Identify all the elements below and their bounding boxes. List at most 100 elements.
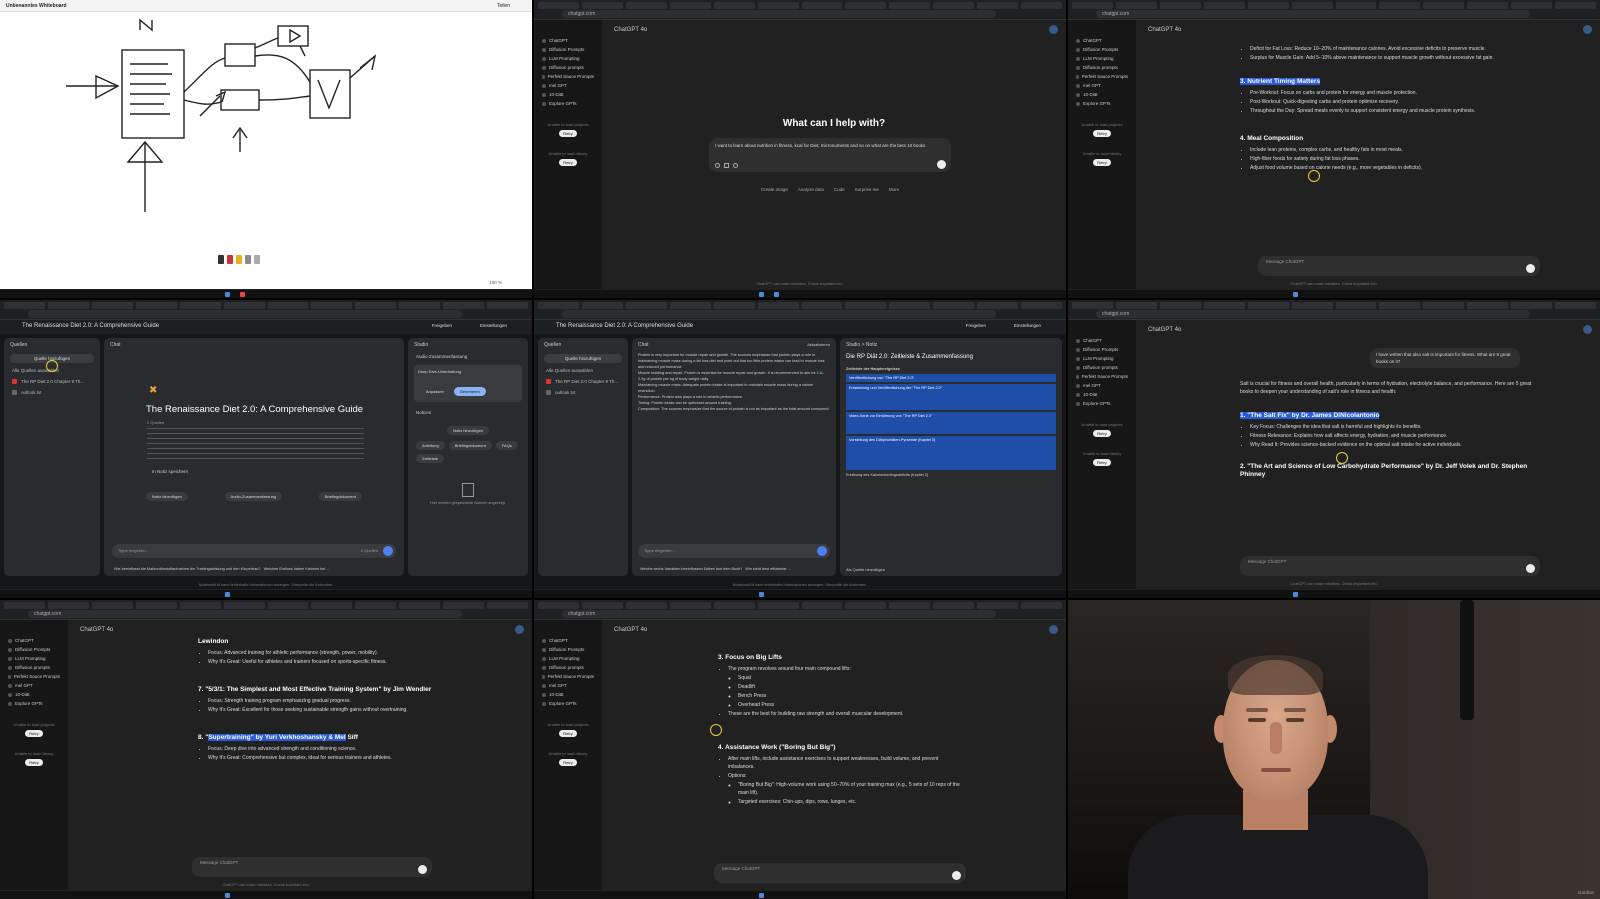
start-icon[interactable] [759,893,764,898]
sidebar-item[interactable]: Explore GPTs [0,699,68,708]
chat-input[interactable]: Tippe eingeben... 2 Quellen [112,544,396,558]
generate-button[interactable]: Generieren [453,387,486,396]
message-input[interactable]: Message ChatGPT [192,857,432,877]
retry-button[interactable]: Retry [1093,159,1111,166]
sidebar-item[interactable]: Diffusion Prompts [0,645,68,654]
address-bar[interactable]: chatgpt.com [1096,10,1530,18]
send-button[interactable] [383,546,393,556]
yellow-marker-icon[interactable] [236,255,242,264]
start-icon[interactable] [759,592,764,597]
retry-button[interactable]: Retry [559,759,577,766]
sidebar-item[interactable]: mel GPT [1068,81,1136,90]
sidebar-item[interactable]: Diffusion prompts [0,663,68,672]
sidebar-item[interactable]: 10-Diät [0,690,68,699]
retry-button[interactable]: Retry [559,730,577,737]
faq-button[interactable]: FAQs [495,441,518,450]
avatar[interactable] [1583,25,1592,34]
send-button[interactable] [817,546,827,556]
send-button[interactable] [1526,264,1535,273]
send-button[interactable] [952,871,961,880]
globe-icon[interactable] [733,163,738,168]
sidebar-item[interactable]: 10-Diät [534,690,602,699]
suggestion-chip[interactable]: Welchen Einfluss haben Kalorien bei ... [264,567,330,571]
add-source-button[interactable]: Quelle hinzufügen [544,354,622,363]
refresh-button[interactable]: Aktualisieren [807,342,830,347]
retry-button[interactable]: Retry [559,159,577,166]
retry-button[interactable]: Retry [25,759,43,766]
start-icon[interactable] [225,292,230,297]
retry-button[interactable]: Retry [559,130,577,137]
send-button[interactable] [937,160,946,169]
source-item[interactable]: outlook.txt [4,387,100,398]
share-button[interactable]: Freigeben [432,323,452,328]
sidebar-item[interactable]: LLM Prompting [534,654,602,663]
sidebar-item[interactable]: LLM Prompting [1068,354,1136,363]
send-button[interactable] [418,865,427,874]
retry-button[interactable]: Retry [1093,430,1111,437]
prompt-box[interactable]: I want to learn about nutrition in fitne… [709,138,951,172]
sidebar-item[interactable]: ChatGPT [1068,336,1136,345]
chip-surprise-me[interactable]: Surprise me [855,187,879,192]
briefing-button[interactable]: Briefingdokument [448,441,492,450]
sidebar-item[interactable]: Explore GPTs [534,699,602,708]
start-icon[interactable] [225,592,230,597]
sidebar-item[interactable]: LLM Prompting [534,54,602,63]
chip-more[interactable]: More [889,187,899,192]
address-bar[interactable]: chatgpt.com [28,610,462,618]
start-icon[interactable] [225,893,230,898]
app-icon[interactable] [774,292,779,297]
model-selector[interactable]: ChatGPT 4o [614,627,647,633]
avatar[interactable] [1049,25,1058,34]
start-icon[interactable] [759,292,764,297]
sidebar-item[interactable]: Perfekt Sauce Prompts [534,672,602,681]
sidebar-item[interactable]: Perfekt Sauce Prompts [0,672,68,681]
sidebar-item[interactable]: Perfekt Sauce Prompts [1068,372,1136,381]
source-item[interactable]: The RP Diet 2.0 Chapter 9 Th... [4,376,100,387]
save-note-button[interactable]: In Notiz speichern [152,469,188,474]
address-bar[interactable]: chatgpt.com [562,610,996,618]
sidebar-item[interactable]: 10-Diät [1068,90,1136,99]
suggestion-chip[interactable]: Welche sechs Variablen beeinflussen Diät… [640,567,742,571]
sidebar-item[interactable]: ChatGPT [534,36,602,45]
sidebar-item[interactable]: Perfekt Sauce Prompts [1068,72,1136,81]
timeline-button[interactable]: Zeitleiste [416,454,445,463]
avatar[interactable] [1049,625,1058,634]
sidebar-item[interactable]: Explore GPTs [534,99,602,108]
start-icon[interactable] [1293,292,1298,297]
sidebar-item[interactable]: Diffusion prompts [1068,63,1136,72]
sidebar-item[interactable]: 10-Diät [1068,390,1136,399]
address-bar[interactable]: chatgpt.com [1096,310,1530,318]
add-note-button[interactable]: Notiz hinzufügen [447,426,489,435]
sidebar-item[interactable]: ChatGPT [1068,36,1136,45]
sidebar-item[interactable]: Diffusion Prompts [1068,45,1136,54]
whiteboard-canvas[interactable]: Unbenanntes Whiteboard Teilen 100 % [0,0,532,289]
red-marker-icon[interactable] [227,255,233,264]
retry-button[interactable]: Retry [25,730,43,737]
sidebar-item[interactable]: Explore GPTs [1068,399,1136,408]
model-selector[interactable]: ChatGPT 4o [614,27,647,33]
sidebar-item[interactable]: LLM Prompting [0,654,68,663]
sidebar-item[interactable]: Diffusion Prompts [1068,345,1136,354]
chat-input[interactable]: Tippe eingeben... [638,544,830,558]
address-bar[interactable]: chatgpt.com [562,10,996,18]
model-selector[interactable]: ChatGPT 4o [1148,27,1181,33]
model-selector[interactable]: ChatGPT 4o [1148,327,1181,333]
source-item[interactable]: The RP Diet 2.0 Chapter 9 Th... [538,376,628,387]
prompt-text[interactable]: I want to learn about nutrition in fitne… [715,142,937,149]
customize-button[interactable]: Anpassen [420,387,450,396]
briefing-doc-button[interactable]: Briefingdokument [318,492,362,501]
suggestion-chip[interactable]: Wie beeinflusst die Makronährstoffaufnah… [114,567,260,571]
retry-button[interactable]: Retry [1093,459,1111,466]
address-bar[interactable] [562,310,996,318]
select-all-sources[interactable]: Alle Quellen auswählen [538,365,628,376]
tools-icon[interactable] [724,163,729,168]
app-icon[interactable] [240,292,245,297]
sidebar-item[interactable]: Diffusion prompts [534,63,602,72]
settings-button[interactable]: Einstellungen [480,323,507,328]
sidebar-item[interactable]: ChatGPT [0,636,68,645]
guide-button[interactable]: Anleitung [416,441,445,450]
add-as-source-button[interactable]: Als Quelle hinzufügen [846,567,885,572]
chip-code[interactable]: Code [834,187,845,192]
sidebar-item[interactable]: Diffusion Prompts [534,45,602,54]
eraser-icon[interactable] [254,255,260,264]
